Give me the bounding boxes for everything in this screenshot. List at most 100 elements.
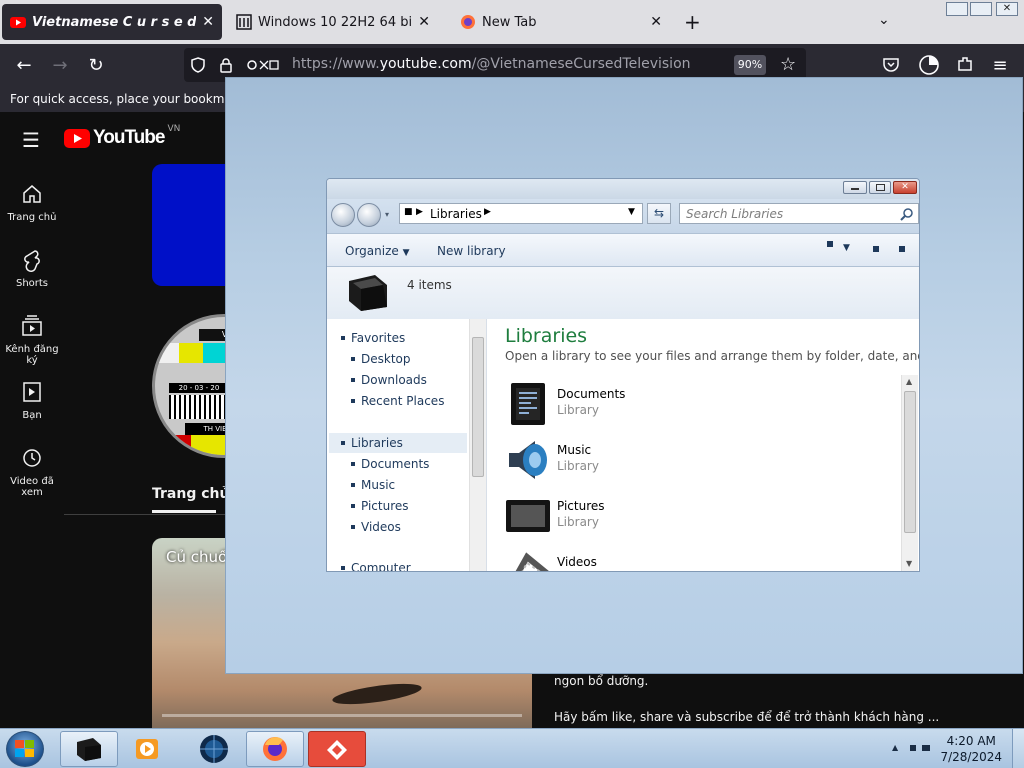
view-options-chevron-icon[interactable]: ▼: [843, 243, 850, 253]
preview-pane-icon[interactable]: [873, 246, 879, 252]
taskbar-clock[interactable]: 4:20 AM 7/28/2024: [940, 733, 1002, 765]
breadcrumb-libraries[interactable]: Libraries: [430, 207, 482, 221]
nav-libraries[interactable]: Libraries: [341, 434, 403, 452]
close-tab-icon[interactable]: ✕: [650, 14, 662, 30]
channel-banner[interactable]: [152, 164, 232, 286]
windows-taskbar: ▲ 4:20 AM 7/28/2024: [0, 728, 1024, 768]
nav-pictures[interactable]: Pictures: [351, 497, 409, 515]
youtube-logo-icon: [64, 128, 90, 148]
refresh-icon[interactable]: ⇆: [647, 203, 671, 224]
network-tray-icon[interactable]: [910, 745, 916, 751]
reload-button[interactable]: ↻: [84, 53, 108, 77]
search-icon[interactable]: [900, 207, 914, 221]
new-library-button[interactable]: New library: [437, 244, 506, 258]
url-text[interactable]: https://www.youtube.com/@VietnameseCurse…: [292, 56, 691, 72]
shorts-icon: [24, 250, 40, 272]
lock-icon[interactable]: [218, 57, 234, 73]
recent-pages-dropdown-icon[interactable]: ▾: [385, 210, 389, 219]
app-menu-button[interactable]: ≡: [988, 53, 1012, 77]
breadcrumb-root-icon[interactable]: ■: [404, 207, 413, 217]
guide-item-history[interactable]: Video đã xem: [0, 446, 64, 498]
list-all-tabs-icon[interactable]: ⌄: [878, 12, 890, 28]
content-scroll-thumb[interactable]: [904, 391, 916, 533]
nav-music[interactable]: Music: [351, 476, 395, 494]
guide-item-subscriptions[interactable]: Kênh đăng ký: [0, 314, 64, 366]
youtube-logo[interactable]: YouTube VN: [64, 124, 181, 149]
close-tab-icon[interactable]: ✕: [418, 14, 430, 30]
close-window-button[interactable]: ✕: [996, 2, 1018, 16]
media-player-icon[interactable]: [134, 735, 162, 763]
guide-item-you[interactable]: Bạn: [0, 380, 64, 421]
guide-item-shorts[interactable]: Shorts: [0, 248, 64, 289]
breadcrumb-chevron-icon[interactable]: ▶: [416, 207, 423, 217]
content-scrollbar[interactable]: ▲ ▼: [901, 375, 918, 571]
forward-button[interactable]: →: [48, 53, 72, 77]
youtube-logo-text: YouTube: [93, 127, 165, 148]
restore-window-button[interactable]: [970, 2, 992, 16]
start-button[interactable]: [6, 731, 44, 767]
explorer-forward-button[interactable]: [357, 203, 381, 227]
permissions-icon[interactable]: [246, 57, 280, 73]
shield-icon[interactable]: [190, 57, 206, 73]
address-breadcrumb[interactable]: ■ ▶ Libraries ▶ ▼: [399, 203, 643, 224]
firefox-icon: [263, 737, 287, 761]
taskbar-explorer-button[interactable]: [60, 731, 118, 767]
library-item-music[interactable]: Music Library: [505, 435, 865, 485]
nav-computer[interactable]: Computer: [341, 559, 411, 571]
change-view-icon[interactable]: [827, 241, 833, 247]
library-item-documents[interactable]: Documents Library: [505, 379, 865, 429]
address-dropdown-icon[interactable]: ▼: [628, 207, 635, 217]
hamburger-menu-icon[interactable]: ☰: [22, 128, 40, 152]
nav-scrollbar[interactable]: [469, 319, 486, 571]
organize-menu-button[interactable]: Organize ▼: [345, 244, 410, 258]
library-type: Library: [557, 515, 599, 529]
nav-desktop[interactable]: Desktop: [351, 350, 411, 368]
tab-windows-archive[interactable]: Windows 10 22H2 64 bit : Micro ✕: [228, 4, 438, 40]
show-desktop-button[interactable]: [1012, 729, 1024, 768]
bookmark-star-icon[interactable]: ☆: [780, 54, 796, 75]
expand-icon[interactable]: [341, 566, 345, 570]
nav-recent-places[interactable]: Recent Places: [351, 392, 444, 410]
nav-favorites[interactable]: Favorites: [341, 329, 405, 347]
search-libraries-input[interactable]: Search Libraries: [679, 203, 919, 224]
guide-item-label: Video đã xem: [10, 476, 54, 498]
expand-icon[interactable]: [341, 336, 345, 340]
network-globe-icon[interactable]: [198, 733, 230, 765]
tab-youtube-channel[interactable]: Vietnamese C u r s e d TV - Yo ✕: [2, 4, 222, 40]
help-icon[interactable]: [899, 246, 905, 252]
nav-videos[interactable]: Videos: [351, 518, 401, 536]
nav-scroll-thumb[interactable]: [472, 337, 484, 477]
volume-tray-icon[interactable]: [922, 745, 930, 751]
tab-new-tab[interactable]: New Tab ✕: [452, 4, 670, 40]
breadcrumb-chevron-icon[interactable]: ▶: [484, 207, 491, 217]
explorer-maximize-button[interactable]: [869, 181, 891, 194]
nav-documents[interactable]: Documents: [351, 455, 429, 473]
expand-icon[interactable]: [341, 441, 345, 445]
extensions-icon[interactable]: [956, 55, 974, 73]
explorer-minimize-button[interactable]: [843, 181, 867, 194]
scroll-up-icon[interactable]: ▲: [906, 377, 912, 386]
explorer-close-button[interactable]: ✕: [893, 181, 917, 194]
minimize-window-button[interactable]: [946, 2, 968, 16]
nav-downloads[interactable]: Downloads: [351, 371, 427, 389]
region-code: VN: [167, 124, 181, 134]
show-hidden-icons-icon[interactable]: ▲: [892, 743, 898, 752]
scroll-down-icon[interactable]: ▼: [906, 559, 912, 568]
channel-tab-home[interactable]: Trang chủ: [152, 486, 229, 502]
explorer-back-button[interactable]: [331, 203, 355, 227]
library-item-pictures[interactable]: Pictures Library: [505, 491, 865, 541]
account-icon[interactable]: [918, 54, 940, 76]
library-item-videos[interactable]: Videos: [505, 547, 865, 571]
taskbar-firefox-button[interactable]: [246, 731, 304, 767]
close-tab-icon[interactable]: ✕: [202, 14, 214, 30]
zoom-level-button[interactable]: 90%: [734, 55, 766, 75]
taskbar-anydesk-button[interactable]: [308, 731, 366, 767]
new-tab-button[interactable]: +: [684, 10, 701, 34]
pocket-icon[interactable]: [882, 56, 900, 74]
tab-title: New Tab: [482, 14, 537, 30]
guide-item-home[interactable]: Trang chủ: [0, 182, 64, 223]
video-progress-bar[interactable]: [162, 714, 522, 717]
library-type: Library: [557, 459, 599, 473]
explorer-title-bar[interactable]: ✕: [327, 179, 919, 199]
back-button[interactable]: ←: [12, 53, 36, 77]
